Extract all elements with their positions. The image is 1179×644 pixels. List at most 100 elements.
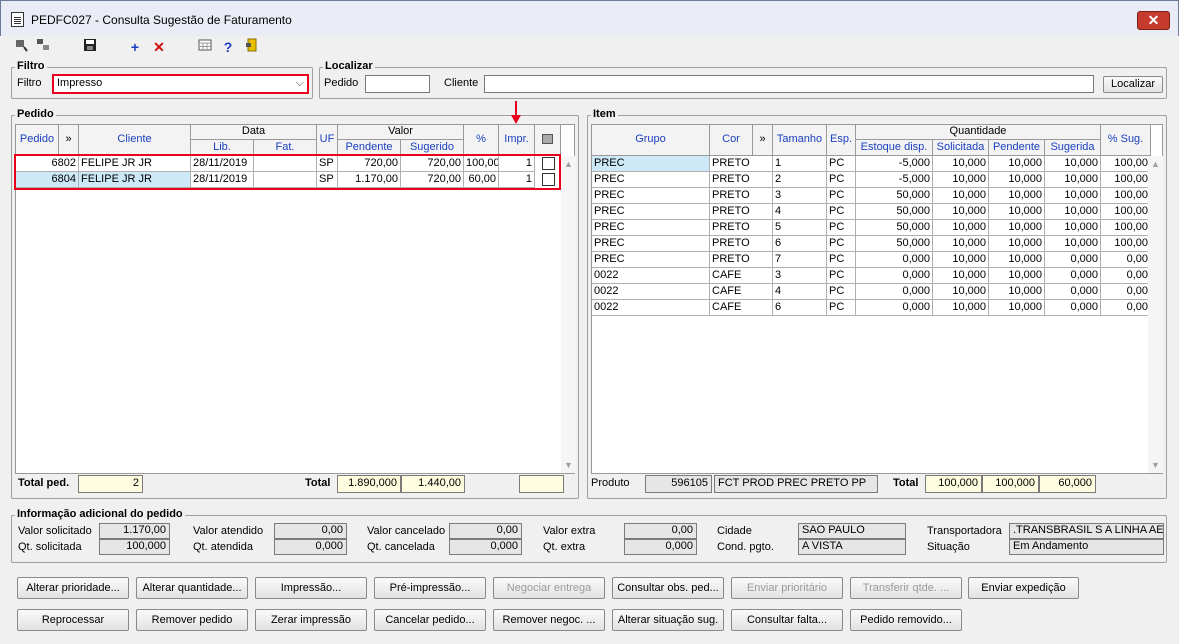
- col-select-all[interactable]: [535, 125, 561, 156]
- col-pct-sug[interactable]: % Sug.: [1101, 125, 1151, 156]
- col-solicitada[interactable]: Solicitada: [933, 140, 989, 156]
- help-icon[interactable]: ?: [219, 38, 237, 56]
- title-bar: PEDFC027 - Consulta Sugestão de Faturame…: [0, 0, 1179, 36]
- cell-estoque: 0,000: [856, 300, 933, 316]
- impressao-button[interactable]: Impressão...: [255, 577, 367, 599]
- col-item-pendente[interactable]: Pendente: [989, 140, 1045, 156]
- remover-negoc-button[interactable]: Remover negoc. ...: [493, 609, 605, 631]
- alterar-prioridade-button[interactable]: Alterar prioridade...: [17, 577, 129, 599]
- cell-estoque: 50,000: [856, 220, 933, 236]
- cell-esp: PC: [827, 284, 856, 300]
- row-checkbox[interactable]: [542, 157, 555, 170]
- cell-sugerida: 10,000: [1045, 220, 1101, 236]
- cell-pendente: 10,000: [989, 300, 1045, 316]
- alterar-situacao-button[interactable]: Alterar situação sug.: [612, 609, 724, 631]
- cell-solicitada: 10,000: [933, 268, 989, 284]
- cell-solicitada: 10,000: [933, 188, 989, 204]
- row-checkbox[interactable]: [542, 173, 555, 186]
- cell-uf: SP: [317, 172, 338, 188]
- filtro-select[interactable]: Impresso ⌵: [52, 74, 309, 94]
- cell-pct: 100,00: [1101, 156, 1151, 172]
- cell-sugerida: 10,000: [1045, 172, 1101, 188]
- document-icon: [11, 12, 24, 27]
- cidade: SAO PAULO: [798, 523, 906, 539]
- cell-esp: PC: [827, 172, 856, 188]
- exit-door-icon[interactable]: [243, 38, 261, 56]
- cell-solicitada: 10,000: [933, 156, 989, 172]
- cell-cor: PRETO: [710, 172, 773, 188]
- cell-tam: 3: [773, 268, 827, 284]
- cell-estoque: -5,000: [856, 156, 933, 172]
- cell-solicitada: 10,000: [933, 172, 989, 188]
- alterar-quantidade-button[interactable]: Alterar quantidade...: [136, 577, 248, 599]
- cell-sugerida: 10,000: [1045, 188, 1101, 204]
- cell-cor: CAFE: [710, 268, 773, 284]
- expand-columns-icon[interactable]: »: [753, 125, 773, 156]
- cell-estoque: 50,000: [856, 188, 933, 204]
- cell-lib: 28/11/2019: [191, 156, 254, 172]
- col-group-quantidade: Quantidade: [856, 125, 1101, 140]
- cell-fat: [254, 172, 317, 188]
- save-icon[interactable]: [81, 38, 99, 56]
- cancelar-pedido-button[interactable]: Cancelar pedido...: [374, 609, 486, 631]
- item-grid: Grupo Cor » Tamanho Esp. Quantidade Esto…: [591, 124, 1163, 474]
- cliente-search-input[interactable]: [484, 75, 1094, 93]
- transferir-qtde-button[interactable]: Transferir qtde. ...: [850, 577, 962, 599]
- cell-lib: 28/11/2019: [191, 172, 254, 188]
- col-group-data: Data: [191, 125, 317, 140]
- consultar-obs-button[interactable]: Consultar obs. ped...: [612, 577, 724, 599]
- total-ped-value: 2: [78, 475, 143, 493]
- qt-cancelada: 0,000: [449, 539, 522, 555]
- col-estoque[interactable]: Estoque disp.: [856, 140, 933, 156]
- navigate-grid-icon[interactable]: [34, 38, 52, 56]
- remover-pedido-button[interactable]: Remover pedido: [136, 609, 248, 631]
- qt-extra: 0,000: [624, 539, 697, 555]
- close-button[interactable]: ✕: [1137, 11, 1170, 30]
- negociar-entrega-button[interactable]: Negociar entrega: [493, 577, 605, 599]
- col-pendente[interactable]: Pendente: [338, 140, 401, 156]
- qt-solicitada: 100,000: [99, 539, 170, 555]
- col-pedido[interactable]: Pedido: [16, 125, 59, 156]
- col-uf[interactable]: UF: [317, 125, 338, 156]
- col-sugerida[interactable]: Sugerida: [1045, 140, 1101, 156]
- col-tamanho[interactable]: Tamanho: [773, 125, 827, 156]
- col-pct[interactable]: %: [464, 125, 499, 156]
- add-icon[interactable]: +: [126, 38, 144, 56]
- calendar-icon[interactable]: [196, 38, 214, 56]
- pre-impressao-button[interactable]: Pré-impressão...: [374, 577, 486, 599]
- qt-extra-label: Qt. extra: [543, 541, 586, 553]
- cell-grupo: PREC: [592, 188, 710, 204]
- filtro-legend: Filtro: [15, 60, 47, 72]
- cell-esp: PC: [827, 188, 856, 204]
- cell-pendente: 10,000: [989, 220, 1045, 236]
- pedido-search-input[interactable]: [365, 75, 430, 93]
- col-esp[interactable]: Esp.: [827, 125, 856, 156]
- col-fat[interactable]: Fat.: [254, 140, 317, 156]
- col-grupo[interactable]: Grupo: [592, 125, 710, 156]
- localizar-button[interactable]: Localizar: [1103, 76, 1163, 93]
- col-cor[interactable]: Cor: [710, 125, 753, 156]
- pedido-removido-button[interactable]: Pedido removido...: [850, 609, 962, 631]
- col-impr[interactable]: Impr.: [499, 125, 535, 156]
- cell-pendente: 10,000: [989, 188, 1045, 204]
- cell-cor: PRETO: [710, 252, 773, 268]
- col-lib[interactable]: Lib.: [191, 140, 254, 156]
- zerar-impressao-button[interactable]: Zerar impressão: [255, 609, 367, 631]
- item-scrollbar[interactable]: ▲ ▼: [1148, 156, 1163, 473]
- qt-atendida: 0,000: [274, 539, 347, 555]
- consultar-falta-button[interactable]: Consultar falta...: [731, 609, 843, 631]
- valor-cancelado: 0,00: [449, 523, 522, 539]
- pedido-total-extra: [519, 475, 564, 493]
- enviar-expedicao-button[interactable]: Enviar expedição: [968, 577, 1079, 599]
- reprocessar-button[interactable]: Reprocessar: [17, 609, 129, 631]
- pedido-scrollbar[interactable]: ▲ ▼: [561, 156, 576, 473]
- navigate-back-icon[interactable]: [12, 38, 30, 56]
- cell-cor: CAFE: [710, 300, 773, 316]
- delete-icon[interactable]: ✕: [150, 38, 168, 56]
- cell-cor: PRETO: [710, 236, 773, 252]
- produto-label: Produto: [591, 477, 630, 489]
- col-sugerido[interactable]: Sugerido: [401, 140, 464, 156]
- col-cliente[interactable]: Cliente: [79, 125, 191, 156]
- expand-columns-icon[interactable]: »: [59, 125, 79, 156]
- enviar-prioritario-button[interactable]: Enviar prioritário: [731, 577, 843, 599]
